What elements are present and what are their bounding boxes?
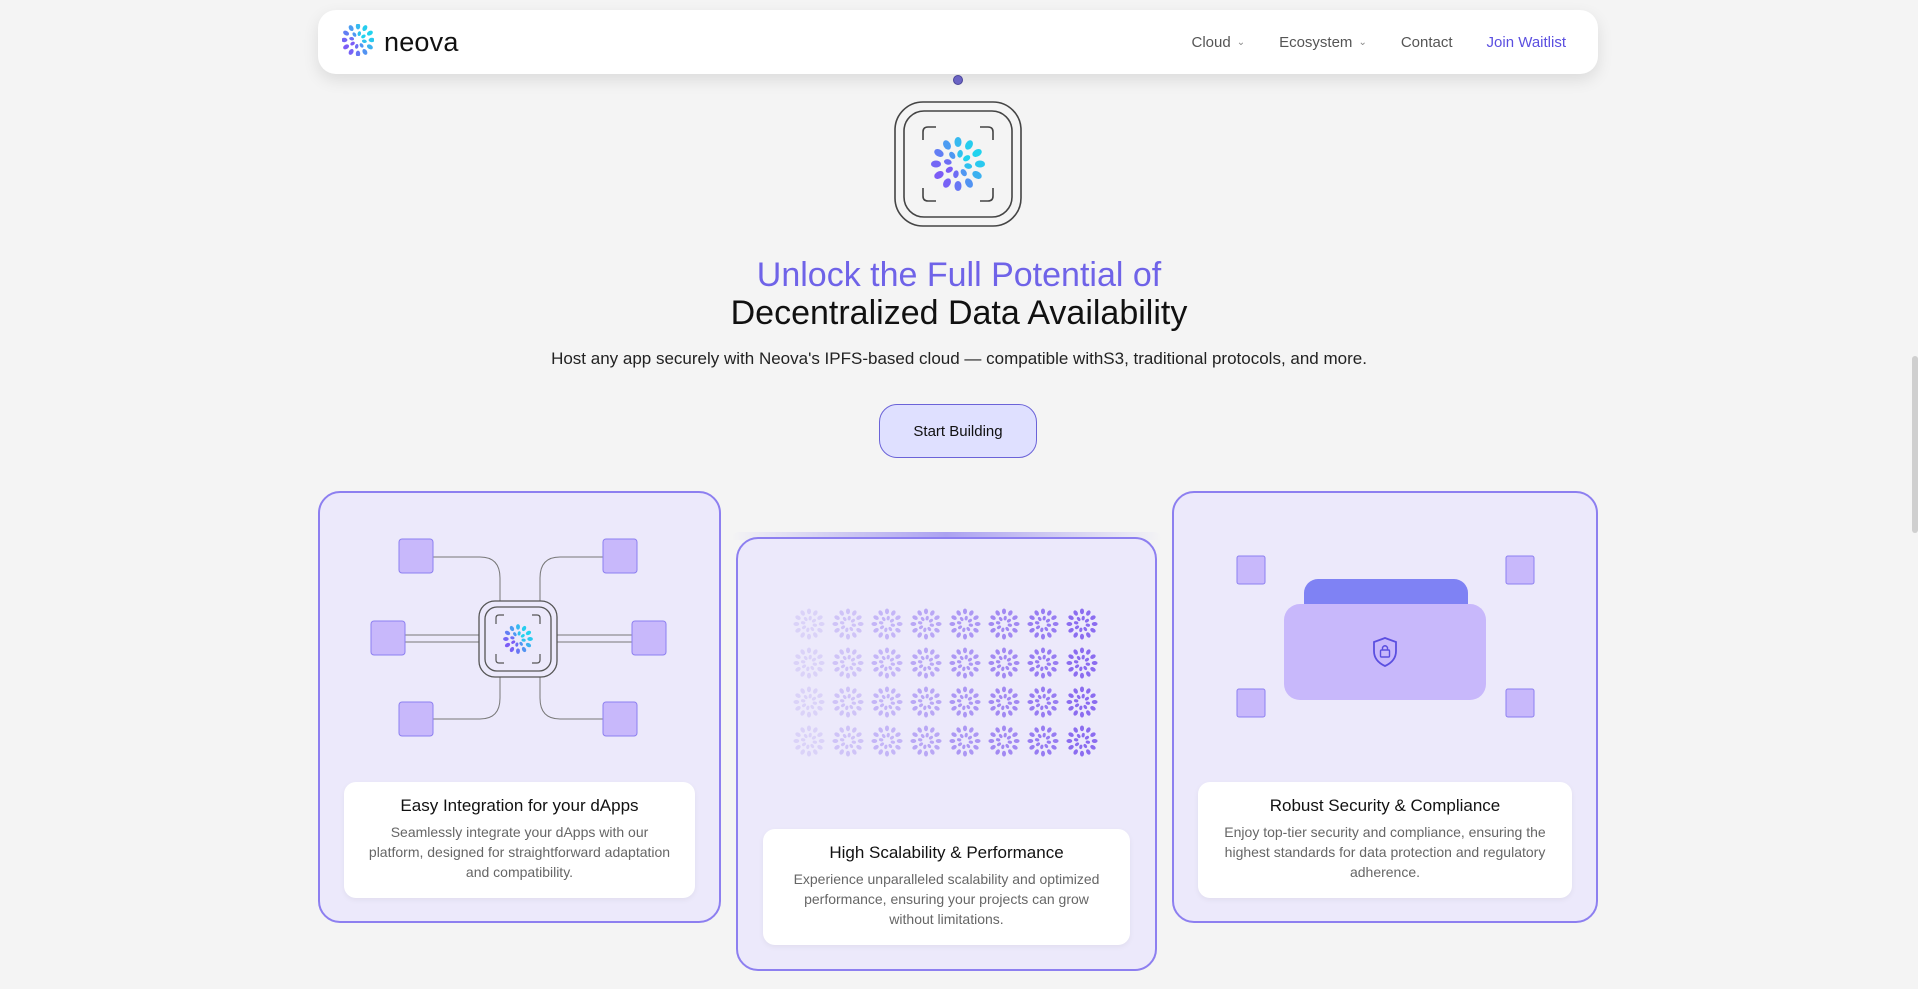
dot-burst <box>1027 608 1059 640</box>
security-illustration <box>1236 555 1535 718</box>
dot-burst <box>1027 647 1059 679</box>
dot-burst <box>793 686 825 718</box>
hero-title: Unlock the Full Potential of Decentraliz… <box>0 256 1918 332</box>
nav-item-label: Cloud <box>1191 33 1231 51</box>
feature-card-scalability: High Scalability & Performance Experienc… <box>736 537 1157 971</box>
dot-burst <box>871 686 903 718</box>
card-description: Enjoy top-tier security and compliance, … <box>1224 824 1546 880</box>
dot-burst <box>1066 608 1098 640</box>
dot-burst <box>988 725 1020 757</box>
feature-card-integration: Easy Integration for your dApps Seamless… <box>318 491 721 923</box>
nav-item-cloud[interactable]: Cloud ⌄ <box>1191 34 1245 51</box>
dot-burst <box>871 608 903 640</box>
dot-burst <box>832 725 864 757</box>
dot-burst <box>793 647 825 679</box>
card-text: Robust Security & Compliance Enjoy top-t… <box>1198 782 1572 898</box>
card-description: Experience unparalleled scalability and … <box>793 871 1100 927</box>
dot-burst <box>910 686 942 718</box>
dot-burst <box>1027 686 1059 718</box>
dot-burst <box>988 686 1020 718</box>
dot-burst <box>1066 686 1098 718</box>
card-title: Robust Security & Compliance <box>1269 796 1501 815</box>
start-building-button[interactable]: Start Building <box>879 404 1037 458</box>
card-text: Easy Integration for your dApps Seamless… <box>344 782 695 898</box>
chevron-down-icon: ⌄ <box>1236 36 1246 48</box>
dot-burst <box>949 647 981 679</box>
card-title: Easy Integration for your dApps <box>400 796 639 815</box>
chip-icon <box>894 101 1022 227</box>
brand-name: neova <box>384 26 459 57</box>
top-navbar: neova Cloud ⌄ Ecosystem ⌄ Contact Join W… <box>318 10 1598 74</box>
nav-links: Cloud ⌄ Ecosystem ⌄ Contact Join Waitlis… <box>1191 34 1566 51</box>
join-waitlist-link[interactable]: Join Waitlist <box>1487 34 1566 51</box>
dot-burst <box>910 725 942 757</box>
nav-item-ecosystem[interactable]: Ecosystem ⌄ <box>1279 34 1367 51</box>
dot-burst <box>793 608 825 640</box>
feature-card-security: Robust Security & Compliance Enjoy top-t… <box>1172 491 1598 923</box>
dot-burst <box>793 725 825 757</box>
dot-burst <box>1066 647 1098 679</box>
scrollbar[interactable] <box>1912 356 1918 533</box>
nav-item-label: Ecosystem <box>1279 33 1353 51</box>
card-description: Seamlessly integrate your dApps with our… <box>368 824 671 880</box>
dot-burst <box>910 647 942 679</box>
nav-item-contact[interactable]: Contact <box>1401 34 1453 51</box>
card-text: High Scalability & Performance Experienc… <box>763 829 1130 945</box>
neova-logo-icon <box>341 22 375 61</box>
chevron-down-icon: ⌄ <box>1358 36 1367 48</box>
integration-illustration <box>370 538 667 737</box>
dot-burst <box>949 686 981 718</box>
nav-item-label: Contact <box>1400 33 1453 51</box>
card-title: High Scalability & Performance <box>829 843 1064 862</box>
dot-burst <box>832 647 864 679</box>
hero-title-accent: Unlock the Full Potential of <box>756 256 1162 294</box>
dot-burst <box>1066 725 1098 757</box>
brand[interactable]: neova <box>341 22 459 61</box>
dot-burst <box>871 647 903 679</box>
hero-subtitle: Host any app securely with Neova's IPFS-… <box>551 349 1367 368</box>
scalability-illustration <box>793 608 1098 757</box>
dot-burst <box>1027 725 1059 757</box>
dot-burst <box>949 608 981 640</box>
dot-burst <box>910 608 942 640</box>
dot-burst <box>949 725 981 757</box>
dot-burst <box>832 608 864 640</box>
dot-burst <box>988 647 1020 679</box>
dot-burst <box>871 725 903 757</box>
dot-burst <box>832 686 864 718</box>
hero-title-main: Decentralized Data Availability <box>730 294 1188 332</box>
connector-dot <box>953 75 963 85</box>
dot-burst <box>988 608 1020 640</box>
